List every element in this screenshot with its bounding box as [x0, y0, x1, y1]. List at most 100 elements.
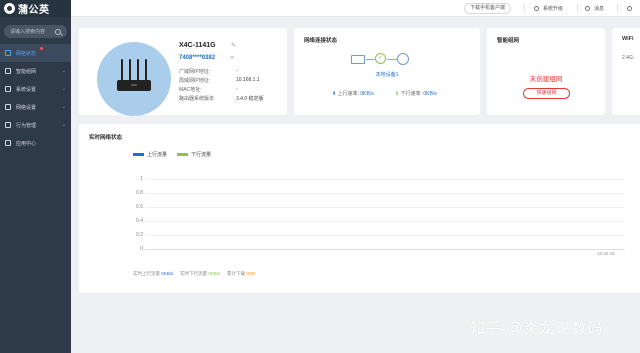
- router-icon: [351, 55, 365, 64]
- account-button[interactable]: [627, 3, 636, 14]
- firmware-value: 3.4.0 稳定版: [236, 96, 264, 102]
- firmware-label: 路由器系统版本:: [179, 96, 216, 102]
- router-body: [117, 80, 151, 91]
- sidebar-item-network-settings[interactable]: 网络设置 ⌄: [0, 98, 71, 116]
- connection-line: [366, 59, 375, 60]
- mac-label: MAC地址:: [179, 87, 202, 93]
- messages-label: 消息: [594, 6, 605, 12]
- total-download-value: 0KB: [246, 271, 255, 276]
- system-settings-icon: [5, 86, 11, 92]
- network-status-card: 网络连接状态 ✓ 本地设备1 ⬆ 上行速率: 0KB/s ⬇ 下行速率: 0KB…: [294, 28, 480, 115]
- sidebar-item-label: 应用中心: [16, 140, 37, 147]
- behavior-management-icon: [5, 122, 11, 128]
- device-card: X4C-1141G ✎ 7408****0382 ∞ 广域网IP地址: - 局域…: [79, 28, 287, 116]
- realtime-down-stat: 实时下行流量 0KB/s: [180, 271, 220, 277]
- bell-icon: [585, 6, 590, 11]
- download-client-button[interactable]: 下载手机客户端: [464, 3, 512, 14]
- sidebar-item-behavior-management[interactable]: 行为管理 ⌄: [0, 116, 71, 134]
- local-device-link[interactable]: 本地设备1: [294, 71, 480, 78]
- sidebar-item-label: 系统设置: [16, 86, 37, 93]
- sidebar-item-network-status[interactable]: 网络状态: [0, 44, 71, 62]
- sidebar-item-smart-network[interactable]: 智能组网 ⌄: [0, 62, 71, 80]
- top-bar: 下载手机客户端 系统升级 消息: [71, 0, 640, 17]
- check-icon: ✓: [375, 53, 386, 64]
- search-icon[interactable]: [55, 28, 61, 35]
- realtime-title: 实时网络状态: [89, 135, 123, 141]
- grid-line: [145, 221, 625, 222]
- connection-line: [387, 59, 397, 60]
- sidebar-item-label: 网络设置: [16, 104, 37, 111]
- system-upgrade-button[interactable]: 系统升级: [534, 3, 563, 14]
- y-tick-label: 0.6: [136, 204, 143, 210]
- globe-icon: [397, 53, 409, 65]
- link-icon[interactable]: ∞: [230, 55, 234, 61]
- router-antenna: [145, 59, 147, 81]
- edit-icon[interactable]: ✎: [231, 42, 236, 49]
- sidebar: 蒲公英 请输入搜索内容 网络状态 智能组网 ⌄ 系统设置 ⌄ 网络设置 ⌄ 行为…: [0, 0, 71, 353]
- brand-logo[interactable]: 蒲公英: [0, 0, 71, 17]
- download-rate-value: 0KB/s: [423, 91, 437, 97]
- dandelion-logo-icon: [4, 3, 15, 14]
- connection-diagram: ✓ 本地设备1: [294, 38, 480, 78]
- notification-dot: [40, 47, 43, 50]
- account-icon: [627, 6, 632, 11]
- lan-ip-value: 10.168.1.1: [236, 77, 260, 83]
- search-input[interactable]: 请输入搜索内容: [10, 28, 55, 35]
- lan-ip-label: 局域网IP地址:: [179, 78, 211, 84]
- realtime-down-value: 0KB/s: [208, 271, 221, 276]
- app-center-icon: [5, 140, 11, 146]
- router-antenna: [129, 59, 131, 81]
- chevron-down-icon: ⌄: [61, 122, 66, 128]
- sidebar-item-system-settings[interactable]: 系统设置 ⌄: [0, 80, 71, 98]
- legend-upload[interactable]: 上行流量: [133, 151, 167, 158]
- router-image: [97, 42, 171, 116]
- smart-network-icon: [5, 68, 11, 74]
- y-tick-label: 0: [140, 246, 143, 252]
- sidebar-item-app-center[interactable]: 应用中心: [0, 134, 71, 152]
- no-network-text: 未创建组网: [529, 76, 563, 83]
- x-tick-label: 16:20:34: [597, 251, 615, 256]
- sidebar-item-label: 行为管理: [16, 122, 37, 129]
- wan-ip-label: 广域网IP地址:: [179, 69, 211, 75]
- grid-line: [145, 207, 625, 208]
- wifi-title: WiFi: [622, 36, 634, 42]
- y-tick-label: 0.2: [136, 232, 143, 238]
- y-tick-label: 1: [140, 176, 143, 182]
- sidebar-item-label: 智能组网: [16, 68, 37, 75]
- system-upgrade-label: 系统升级: [543, 6, 564, 12]
- grid-line: [145, 249, 625, 250]
- sidebar-search[interactable]: 请输入搜索内容: [4, 25, 67, 38]
- divider: [577, 4, 578, 13]
- legend-swatch-download: [177, 153, 188, 156]
- total-download-stat: 累计下载 0KB: [227, 271, 255, 277]
- realtime-up-stat: 实时上行流量 0KB/s: [133, 271, 173, 277]
- zhihu-watermark: 知乎 @炎龙说数码: [470, 320, 604, 337]
- user-icon: [534, 6, 539, 11]
- sidebar-item-label: 网络状态: [16, 50, 37, 57]
- realtime-up-value: 0KB/s: [161, 271, 174, 276]
- legend-download[interactable]: 下行流量: [177, 151, 211, 158]
- device-sn: 7408****0382: [179, 55, 216, 61]
- quick-create-network-button[interactable]: 快速组网: [523, 88, 570, 99]
- router-antenna: [137, 59, 139, 81]
- legend-download-label: 下行流量: [191, 152, 212, 158]
- grid-line: [145, 179, 625, 180]
- grid-line: [145, 193, 625, 194]
- realtime-down-label: 实时下行流量: [180, 271, 207, 276]
- wan-ip-value: -: [236, 68, 238, 74]
- upload-rate-value: 0KB/s: [360, 91, 374, 97]
- arrow-down-icon: ⬇: [395, 91, 400, 97]
- total-download-label: 累计下载: [227, 271, 245, 276]
- router-antenna: [121, 59, 123, 81]
- wifi-card: WiFi 2.4G:: [612, 28, 640, 115]
- chevron-down-icon: ⌄: [61, 68, 66, 74]
- divider: [617, 4, 618, 13]
- realtime-up-label: 实时上行流量: [133, 271, 160, 276]
- network-status-icon: [5, 50, 11, 56]
- messages-button[interactable]: 消息: [585, 3, 604, 14]
- smart-network-card: 智能组网 未创建组网 快速组网: [487, 28, 605, 115]
- smart-network-title: 智能组网: [497, 38, 520, 44]
- arrow-up-icon: ⬆: [332, 91, 337, 97]
- download-rate: ⬇ 下行速率: 0KB/s: [395, 90, 437, 97]
- upload-rate-label: 上行速率:: [337, 91, 359, 97]
